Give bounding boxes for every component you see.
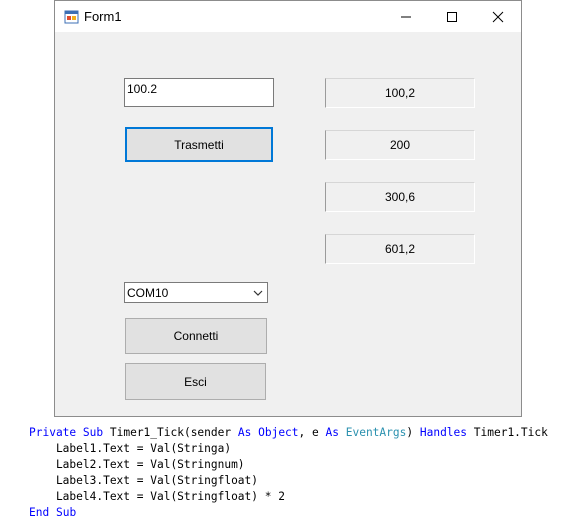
transmit-button[interactable]: Trasmetti — [125, 127, 273, 162]
title-bar[interactable]: Form1 — [55, 1, 521, 32]
code-text: , e — [298, 426, 319, 439]
connect-button[interactable]: Connetti — [125, 318, 267, 354]
code-snippet: Private Sub Timer1_Tick(sender As Object… — [29, 425, 548, 521]
window-title: Form1 — [84, 9, 122, 24]
maximize-button[interactable] — [429, 1, 475, 32]
label1-value: 100,2 — [325, 78, 475, 108]
exit-button[interactable]: Esci — [125, 363, 266, 400]
form1-window: Form1 100.2 Trasmetti 100,2 200 300,6 60… — [54, 0, 522, 417]
code-line-3: Label2.Text = Val(Stringnum) — [29, 458, 245, 471]
close-icon — [492, 11, 504, 23]
code-text: Timer1_Tick(sender — [109, 426, 232, 439]
code-text: ) — [406, 426, 414, 439]
code-text: Timer1.Tick — [473, 426, 548, 439]
close-button[interactable] — [475, 1, 521, 32]
minimize-button[interactable] — [383, 1, 429, 32]
code-keyword: As — [325, 426, 339, 439]
code-keyword: Sub — [55, 506, 77, 519]
code-keyword: Sub — [82, 426, 104, 439]
code-keyword: As — [237, 426, 252, 439]
label3-value: 300,6 — [325, 182, 475, 212]
code-line-1: Private Sub Timer1_Tick(sender As Object… — [29, 425, 548, 441]
code-line-4: Label3.Text = Val(Stringfloat) — [29, 474, 259, 487]
com-port-select[interactable]: COM10 — [124, 282, 268, 303]
minimize-icon — [401, 16, 411, 18]
code-type: EventArgs — [345, 426, 407, 439]
chevron-down-icon[interactable] — [253, 289, 263, 297]
value-input[interactable]: 100.2 — [124, 78, 274, 107]
label4-value: 601,2 — [325, 234, 475, 264]
code-line-5: Label4.Text = Val(Stringfloat) * 2 — [29, 490, 285, 503]
code-keyword: End — [29, 506, 50, 519]
com-port-value: COM10 — [127, 286, 169, 300]
app-icon — [64, 9, 80, 25]
label2-value: 200 — [325, 130, 475, 160]
code-line-6: End Sub — [29, 505, 548, 521]
code-keyword: Handles — [419, 426, 468, 439]
code-keyword: Private — [29, 426, 77, 439]
code-keyword: Object — [258, 426, 299, 439]
code-line-2: Label1.Text = Val(Stringa) — [29, 442, 232, 455]
maximize-icon — [447, 12, 457, 22]
